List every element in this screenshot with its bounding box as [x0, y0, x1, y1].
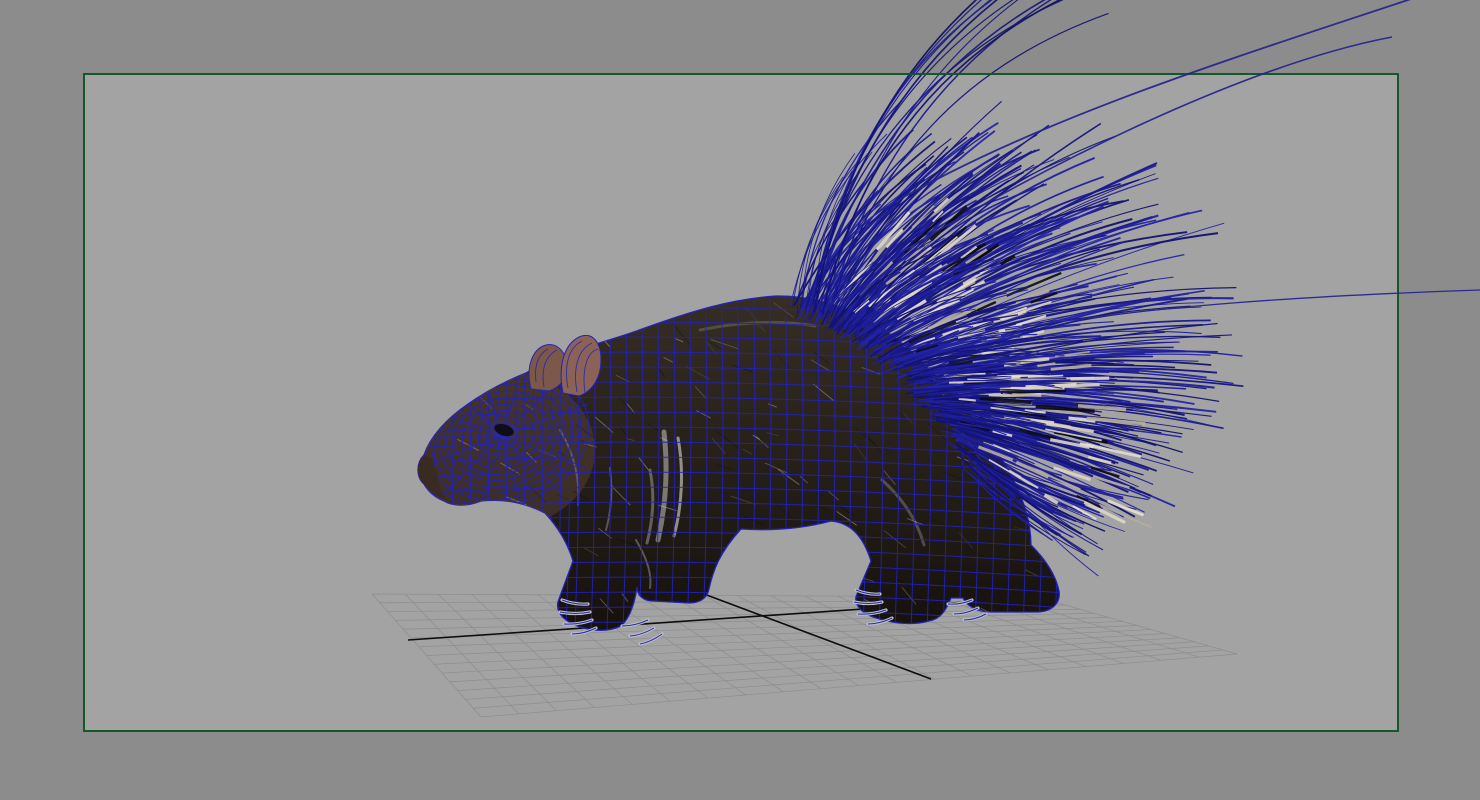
quill-shaft [1066, 376, 1095, 380]
viewport-3d[interactable] [0, 0, 1480, 800]
scene-svg [0, 0, 1480, 800]
quill-shaft [948, 379, 986, 384]
